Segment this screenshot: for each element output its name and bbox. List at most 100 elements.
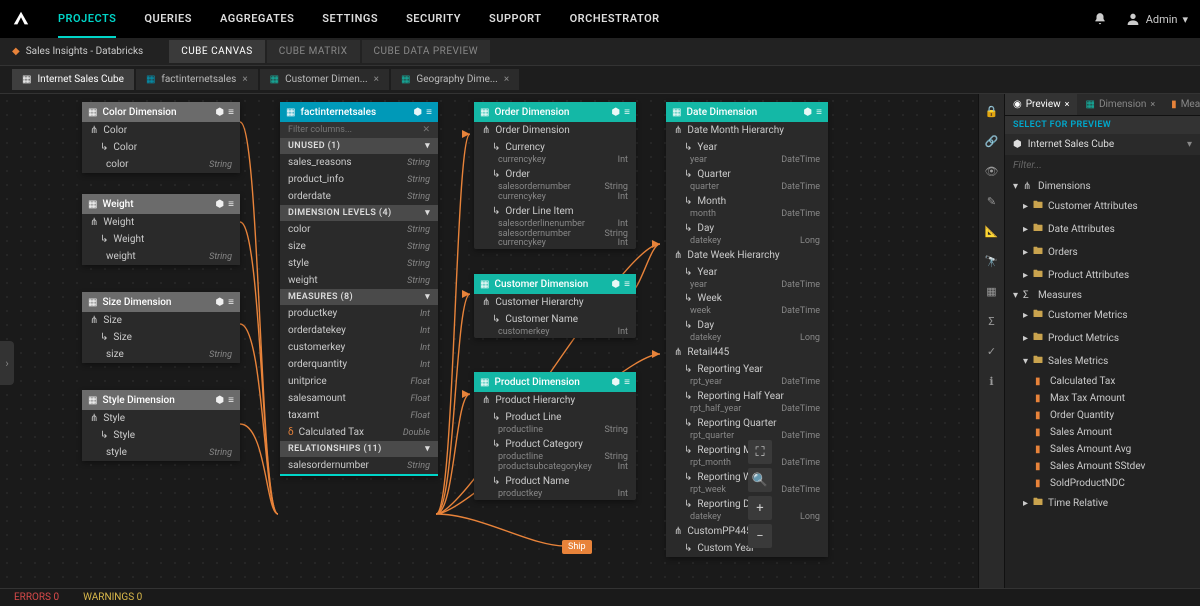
cube-select[interactable]: ⬢Internet Sales Cube▾ [1005, 134, 1200, 155]
fact-row[interactable]: orderdatekeyInt [280, 322, 438, 339]
card-order-dimension[interactable]: ▦Order Dimension⬢≡ ⋔Order Dimension ↳Cur… [474, 102, 636, 249]
tree-measure[interactable]: ▮Calculated Tax [1005, 373, 1200, 390]
tree-folder[interactable]: ▸🖿Time Relative [1005, 492, 1200, 515]
menu-icon[interactable]: ≡ [624, 279, 630, 290]
cube-icon[interactable]: ⬢ [215, 107, 224, 118]
menu-icon[interactable]: ≡ [624, 377, 630, 388]
cube-icon[interactable]: ⬢ [215, 395, 224, 406]
fact-row[interactable]: productkeyInt [280, 305, 438, 322]
search-button[interactable]: 🔍 [748, 468, 772, 492]
cube-icon[interactable]: ⬢ [215, 297, 224, 308]
fact-row[interactable]: taxamtFloat [280, 407, 438, 424]
fact-row[interactable]: orderquantityInt [280, 356, 438, 373]
panel-tab-preview[interactable]: ◉Preview× [1005, 94, 1077, 115]
warnings-count[interactable]: WARNINGS 0 [83, 592, 142, 603]
cube-icon[interactable]: ⬢ [611, 279, 620, 290]
card-customer-dimension[interactable]: ▦Customer Dimension⬢≡ ⋔Customer Hierarch… [474, 274, 636, 338]
nav-projects[interactable]: PROJECTS [58, 0, 116, 38]
section-unused[interactable]: UNUSED (1)▾ [280, 138, 438, 154]
tool-lock-icon[interactable]: 🔒 [983, 102, 1001, 120]
card-factinternetsales[interactable]: ▦factinternetsales⬢≡ Filter columns...✕ … [280, 102, 438, 476]
nav-orchestrator[interactable]: ORCHESTRATOR [570, 0, 660, 38]
tab-cube-matrix[interactable]: CUBE MATRIX [267, 40, 360, 63]
tree-folder[interactable]: ▸🖿Orders [1005, 241, 1200, 264]
card-date-dimension[interactable]: ▦Date Dimension⬢≡ ⋔Date Month Hierarchy … [666, 102, 828, 557]
tree-measures[interactable]: ▾ΣMeasures [1005, 287, 1200, 304]
close-icon[interactable]: × [374, 74, 379, 85]
fact-row[interactable]: salesordernumberString [280, 457, 438, 474]
cubetab-geography-dim[interactable]: ▦Geography Dime...× [391, 69, 519, 90]
cube-icon[interactable]: ⬢ [803, 107, 812, 118]
tool-wand-icon[interactable]: ✎ [983, 192, 1001, 210]
cubetab-customer-dim[interactable]: ▦Customer Dimen...× [260, 69, 389, 90]
zoom-out-button[interactable]: − [748, 524, 772, 548]
user-menu[interactable]: Admin ▾ [1125, 11, 1188, 27]
tree-folder[interactable]: ▸🖿Product Metrics [1005, 327, 1200, 350]
cube-icon[interactable]: ⬢ [611, 377, 620, 388]
tree-folder[interactable]: ▸🖿Product Attributes [1005, 264, 1200, 287]
tree-folder[interactable]: ▸🖿Customer Attributes [1005, 195, 1200, 218]
breadcrumb[interactable]: ◆ Sales Insights - Databricks [12, 46, 143, 57]
cubetab-factinternetsales[interactable]: ▦factinternetsales× [136, 69, 258, 90]
menu-icon[interactable]: ≡ [228, 395, 234, 406]
fact-row[interactable]: product_infoString [280, 171, 438, 188]
cubetab-internet-sales[interactable]: ▦Internet Sales Cube [12, 69, 134, 90]
ship-badge[interactable]: Ship [562, 540, 592, 554]
tree-folder-open[interactable]: ▾🖿Sales Metrics [1005, 350, 1200, 373]
tool-sigma-icon[interactable]: Σ [983, 312, 1001, 330]
clear-icon[interactable]: ✕ [422, 125, 430, 135]
cube-icon[interactable]: ⬢ [611, 107, 620, 118]
menu-icon[interactable]: ≡ [816, 107, 822, 118]
menu-icon[interactable]: ≡ [228, 107, 234, 118]
card-product-dimension[interactable]: ▦Product Dimension⬢≡ ⋔Product Hierarchy … [474, 372, 636, 500]
tree-measure[interactable]: ▮Sales Amount [1005, 424, 1200, 441]
tree-measure[interactable]: ▮Order Quantity [1005, 407, 1200, 424]
tool-grid-icon[interactable]: ▦ [983, 282, 1001, 300]
tool-ruler-icon[interactable]: 📐 [983, 222, 1001, 240]
tool-binoculars-icon[interactable]: 🔭 [983, 252, 1001, 270]
fit-button[interactable]: ⛶ [748, 440, 772, 464]
tree-measure[interactable]: ▮Sales Amount Avg [1005, 441, 1200, 458]
fact-row[interactable]: styleString [280, 255, 438, 272]
card-color-dimension[interactable]: ▦Color Dimension⬢≡ ⋔Color ↳Color colorSt… [82, 102, 240, 173]
expand-left-button[interactable]: › [0, 341, 14, 385]
cube-icon[interactable]: ⬢ [413, 107, 422, 118]
tool-eye-icon[interactable]: 👁 [983, 162, 1001, 180]
tab-cube-data-preview[interactable]: CUBE DATA PREVIEW [362, 40, 491, 63]
card-weight[interactable]: ▦Weight⬢≡ ⋔Weight ↳Weight weightString [82, 194, 240, 265]
tree-filter[interactable]: Filter... [1005, 155, 1200, 176]
fact-row[interactable]: orderdateString [280, 188, 438, 205]
tree-dimensions[interactable]: ▾⋔Dimensions [1005, 178, 1200, 195]
section-levels[interactable]: DIMENSION LEVELS (4)▾ [280, 205, 438, 221]
tree-folder[interactable]: ▸🖿Date Attributes [1005, 218, 1200, 241]
fact-row[interactable]: unitpriceFloat [280, 373, 438, 390]
close-icon[interactable]: × [242, 74, 247, 85]
fact-row[interactable]: salesamountFloat [280, 390, 438, 407]
tree-measure[interactable]: ▮Sales Amount SStdev [1005, 458, 1200, 475]
section-relationships[interactable]: RELATIONSHIPS (11)▾ [280, 441, 438, 457]
fact-row[interactable]: δCalculated TaxDouble [280, 424, 438, 441]
cube-canvas[interactable]: › Ship [0, 94, 978, 588]
menu-icon[interactable]: ≡ [228, 199, 234, 210]
filter-placeholder[interactable]: Filter columns... [288, 125, 352, 135]
tree-folder[interactable]: ▸🖿Customer Metrics [1005, 304, 1200, 327]
fact-row[interactable]: sizeString [280, 238, 438, 255]
tool-check-icon[interactable]: ✓ [983, 342, 1001, 360]
bell-icon[interactable] [1093, 12, 1107, 26]
tool-info-icon[interactable]: ℹ [983, 372, 1001, 390]
section-measures[interactable]: MEASURES (8)▾ [280, 289, 438, 305]
menu-icon[interactable]: ≡ [624, 107, 630, 118]
panel-tab-measures[interactable]: ▮Measures [1163, 94, 1200, 115]
nav-security[interactable]: SECURITY [406, 0, 461, 38]
errors-count[interactable]: ERRORS 0 [14, 592, 59, 603]
fact-row[interactable]: colorString [280, 221, 438, 238]
tree-measure[interactable]: ▮SoldProductNDC [1005, 475, 1200, 492]
nav-settings[interactable]: SETTINGS [322, 0, 378, 38]
zoom-in-button[interactable]: + [748, 496, 772, 520]
card-style-dimension[interactable]: ▦Style Dimension⬢≡ ⋔Style ↳Style styleSt… [82, 390, 240, 461]
panel-tab-dimension[interactable]: ▦Dimension× [1077, 94, 1163, 115]
menu-icon[interactable]: ≡ [228, 297, 234, 308]
card-size-dimension[interactable]: ▦Size Dimension⬢≡ ⋔Size ↳Size sizeString [82, 292, 240, 363]
close-icon[interactable]: × [1065, 100, 1070, 110]
nav-aggregates[interactable]: AGGREGATES [220, 0, 294, 38]
